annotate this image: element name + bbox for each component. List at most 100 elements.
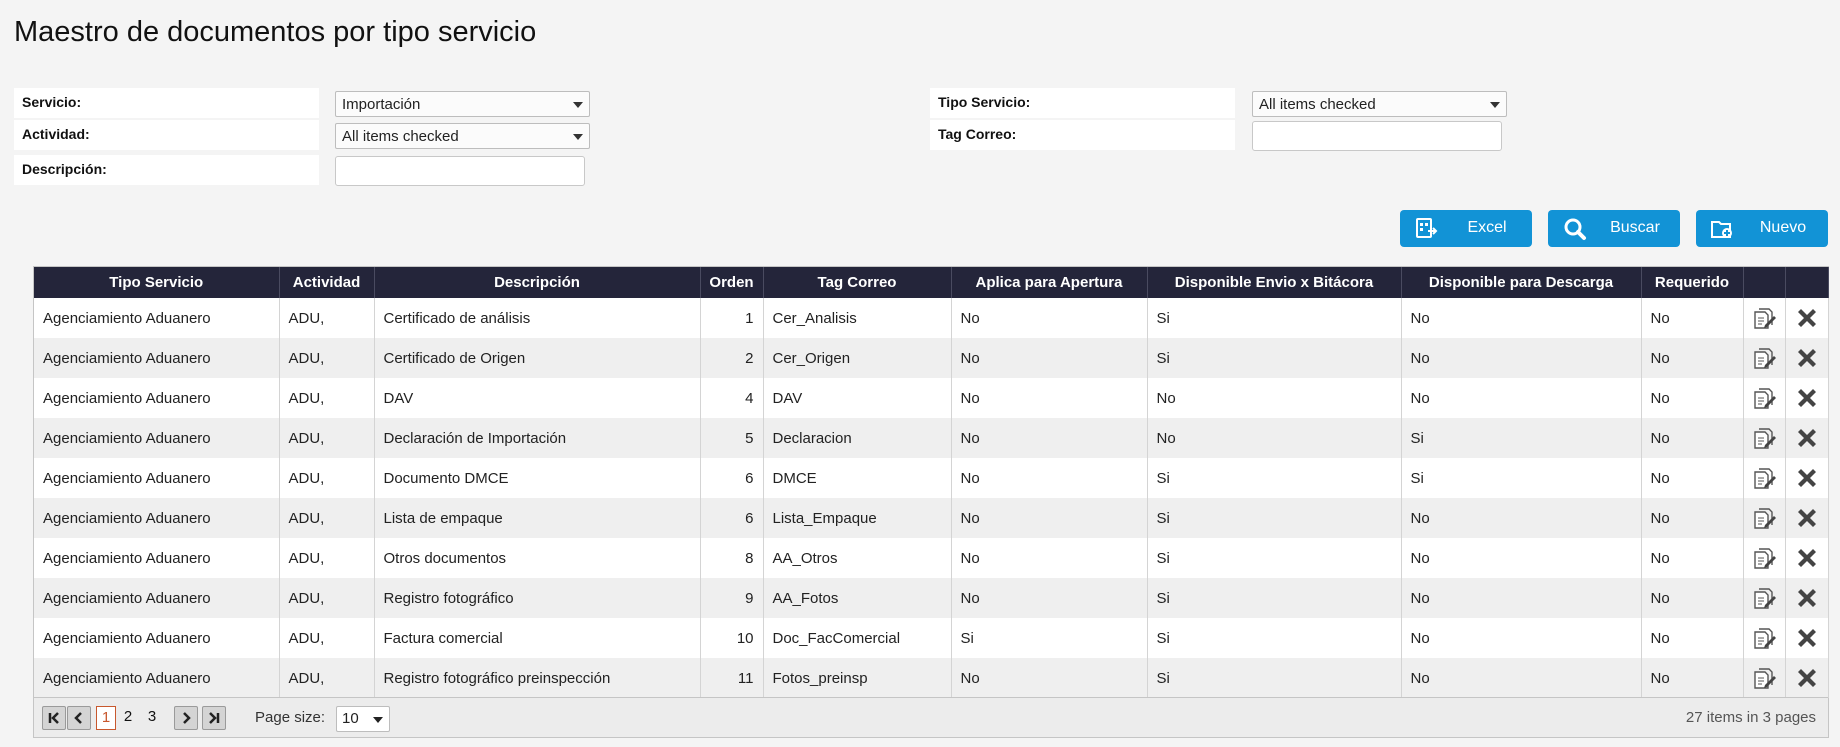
cell-disponible-bitacora: Si <box>1147 458 1402 498</box>
cell-actividad: ADU, <box>279 618 375 658</box>
cell-aplica-apertura: No <box>951 578 1148 618</box>
prev-page-button[interactable] <box>67 706 91 730</box>
edit-row-button[interactable] <box>1743 458 1786 498</box>
col-tipo-servicio[interactable]: Tipo Servicio <box>34 267 280 298</box>
cell-orden: 4 <box>700 378 764 418</box>
col-delete <box>1785 267 1829 298</box>
edit-row-button[interactable] <box>1743 658 1786 698</box>
edit-document-icon <box>1754 308 1776 329</box>
edit-row-button[interactable] <box>1743 418 1786 458</box>
grid-body: Agenciamiento Aduanero ADU, Certificado de… <box>34 298 1829 698</box>
table-row[interactable]: Agenciamiento Aduanero ADU, DAV 4 DAV No No No N… <box>34 378 1829 418</box>
delete-x-icon <box>1797 589 1816 607</box>
col-aplica-apertura[interactable]: Aplica para Apertura <box>951 267 1148 298</box>
table-row[interactable]: Agenciamiento Aduanero ADU, Certificado de… <box>34 338 1829 378</box>
edit-row-button[interactable] <box>1743 578 1786 618</box>
chevron-left-icon <box>74 712 82 724</box>
delete-row-button[interactable] <box>1785 658 1829 698</box>
cell-requerido: No <box>1641 298 1744 338</box>
edit-row-button[interactable] <box>1743 618 1786 658</box>
delete-row-button[interactable] <box>1785 338 1829 378</box>
cell-descripcion: Registro fotográfico <box>374 578 701 618</box>
edit-row-button[interactable] <box>1743 498 1786 538</box>
delete-row-button[interactable] <box>1785 458 1829 498</box>
col-orden[interactable]: Orden <box>700 267 764 298</box>
delete-row-button[interactable] <box>1785 538 1829 578</box>
cell-tag-correo: Fotos_preinsp <box>763 658 952 698</box>
col-edit <box>1743 267 1786 298</box>
delete-row-button[interactable] <box>1785 498 1829 538</box>
chevron-down-icon <box>573 102 583 108</box>
col-tag-correo[interactable]: Tag Correo <box>763 267 952 298</box>
edit-row-button[interactable] <box>1743 298 1786 338</box>
chevron-down-icon <box>373 717 383 723</box>
search-icon <box>1564 218 1586 240</box>
delete-x-icon <box>1797 389 1816 407</box>
col-actividad[interactable]: Actividad <box>279 267 375 298</box>
tag-correo-input[interactable] <box>1252 121 1502 151</box>
next-page-button[interactable] <box>174 706 198 730</box>
cell-requerido: No <box>1641 378 1744 418</box>
excel-export-icon <box>1416 218 1438 238</box>
page-3-button[interactable]: 3 <box>142 706 162 730</box>
servicio-select[interactable]: Importación <box>335 91 590 117</box>
table-row[interactable]: Agenciamiento Aduanero ADU, Lista de empaq… <box>34 498 1829 538</box>
cell-disponible-descarga: No <box>1401 298 1642 338</box>
cell-actividad: ADU, <box>279 458 375 498</box>
delete-row-button[interactable] <box>1785 418 1829 458</box>
edit-document-icon <box>1754 668 1776 689</box>
cell-descripcion: Certificado de Origen <box>374 338 701 378</box>
page-size-select[interactable]: 10 <box>336 706 390 732</box>
tipo-servicio-select[interactable]: All items checked <box>1252 91 1507 117</box>
cell-disponible-descarga: Si <box>1401 458 1642 498</box>
edit-document-icon <box>1754 628 1776 649</box>
actividad-select-value: All items checked <box>342 128 459 145</box>
table-row[interactable]: Agenciamiento Aduanero ADU, Otros document… <box>34 538 1829 578</box>
delete-x-icon <box>1797 309 1816 327</box>
buscar-button[interactable]: Buscar <box>1548 210 1680 247</box>
edit-row-button[interactable] <box>1743 338 1786 378</box>
cell-disponible-descarga: No <box>1401 338 1642 378</box>
page-1-button[interactable]: 1 <box>96 706 116 730</box>
delete-row-button[interactable] <box>1785 578 1829 618</box>
page-2-button[interactable]: 2 <box>118 706 138 730</box>
actividad-select[interactable]: All items checked <box>335 123 590 149</box>
cell-actividad: ADU, <box>279 418 375 458</box>
col-disponible-descarga[interactable]: Disponible para Descarga <box>1401 267 1642 298</box>
delete-x-icon <box>1797 629 1816 647</box>
descripcion-label: Descripción: <box>14 155 319 185</box>
tipo-servicio-select-value: All items checked <box>1259 96 1376 113</box>
excel-button[interactable]: Excel <box>1400 210 1532 247</box>
first-page-button[interactable] <box>42 706 66 730</box>
cell-disponible-descarga: No <box>1401 618 1642 658</box>
cell-requerido: No <box>1641 458 1744 498</box>
cell-requerido: No <box>1641 538 1744 578</box>
table-row[interactable]: Agenciamiento Aduanero ADU, Declaración de… <box>34 418 1829 458</box>
cell-disponible-descarga: No <box>1401 498 1642 538</box>
cell-tipo-servicio: Agenciamiento Aduanero <box>34 378 280 418</box>
table-row[interactable]: Agenciamiento Aduanero ADU, Documento DMCE… <box>34 458 1829 498</box>
edit-row-button[interactable] <box>1743 538 1786 578</box>
cell-aplica-apertura: No <box>951 458 1148 498</box>
cell-tipo-servicio: Agenciamiento Aduanero <box>34 578 280 618</box>
col-disponible-bitacora[interactable]: Disponible Envio x Bitácora <box>1147 267 1402 298</box>
last-page-button[interactable] <box>202 706 226 730</box>
excel-button-label: Excel <box>1467 219 1507 236</box>
col-descripcion[interactable]: Descripción <box>374 267 701 298</box>
cell-descripcion: Otros documentos <box>374 538 701 578</box>
col-requerido[interactable]: Requerido <box>1641 267 1744 298</box>
edit-document-icon <box>1754 548 1776 569</box>
edit-row-button[interactable] <box>1743 378 1786 418</box>
delete-row-button[interactable] <box>1785 298 1829 338</box>
cell-aplica-apertura: No <box>951 378 1148 418</box>
delete-row-button[interactable] <box>1785 618 1829 658</box>
descripcion-input[interactable] <box>335 156 585 186</box>
nuevo-button[interactable]: Nuevo <box>1696 210 1828 247</box>
table-row[interactable]: Agenciamiento Aduanero ADU, Certificado de… <box>34 298 1829 338</box>
cell-aplica-apertura: No <box>951 418 1148 458</box>
cell-tag-correo: DAV <box>763 378 952 418</box>
table-row[interactable]: Agenciamiento Aduanero ADU, Factura comerc… <box>34 618 1829 658</box>
table-row[interactable]: Agenciamiento Aduanero ADU, Registro fotog… <box>34 578 1829 618</box>
delete-row-button[interactable] <box>1785 378 1829 418</box>
table-row[interactable]: Agenciamiento Aduanero ADU, Registro fotog… <box>34 658 1829 698</box>
